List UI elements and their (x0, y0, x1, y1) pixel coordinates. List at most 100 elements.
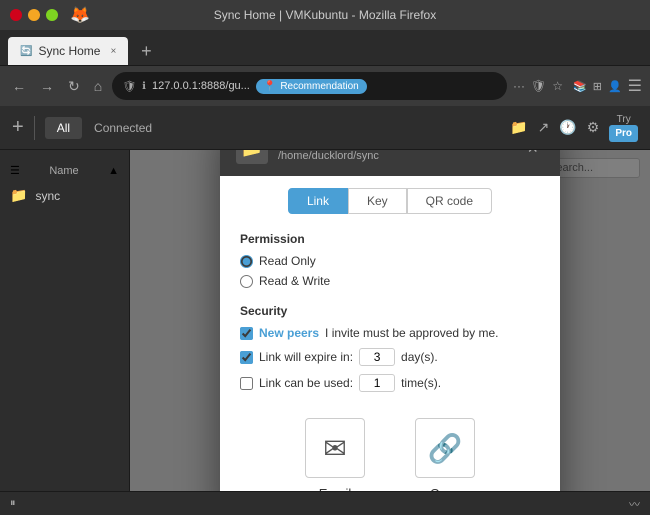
maximize-button[interactable] (46, 9, 58, 21)
status-bar-right: 〰 (629, 496, 640, 512)
location-icon: 📍 (264, 81, 276, 92)
library-icon[interactable]: 📚 (573, 80, 587, 93)
tab-key[interactable]: Key (348, 188, 407, 214)
address-field[interactable]: 🛡 ℹ 127.0.0.1:8888/gu... 📍 Recommendatio… (112, 72, 507, 100)
browser-tab[interactable]: 🔄 Sync Home × (8, 37, 128, 65)
tab-all[interactable]: All (45, 117, 82, 139)
minimize-button[interactable] (28, 9, 40, 21)
back-button[interactable]: ← (8, 74, 30, 98)
modal-actions: ✉ Email 🔗 Copy (240, 408, 540, 491)
times-label: time(s). (401, 376, 441, 390)
security-section: Security New peers I invite must be appr… (240, 304, 540, 392)
new-tab-button[interactable]: + (132, 37, 160, 65)
sidebar: ☰ Name ▲ 📁 sync (0, 150, 130, 491)
open-icon[interactable]: ↗ (538, 119, 550, 136)
star-icon[interactable]: ☆ (552, 79, 563, 93)
settings-icon[interactable]: ⚙ (587, 119, 600, 136)
copy-icon: 🔗 (428, 432, 463, 465)
window-controls: 🦊 (10, 5, 90, 25)
pause-icon[interactable]: ⏸ (10, 497, 16, 510)
tab-close-button[interactable]: × (110, 46, 116, 57)
tab-bar: 🔄 Sync Home × + (0, 30, 650, 66)
new-peers-desc: I invite must be approved by me. (325, 326, 498, 340)
app-toolbar: + All Connected 📁 ↗ 🕐 ⚙ Try Pro (0, 106, 650, 150)
address-text: 127.0.0.1:8888/gu... (152, 80, 250, 92)
read-only-option[interactable]: Read Only (240, 254, 540, 268)
modal-overlay: 📁 Share - sync /home/ducklord/sync × Lin… (130, 150, 650, 491)
modal-header: 📁 Share - sync /home/ducklord/sync × (220, 150, 560, 176)
link-use-checkbox[interactable] (240, 377, 253, 390)
link-expire-label: Link will expire in: (259, 350, 353, 364)
sort-direction-icon[interactable]: ▲ (108, 165, 119, 177)
firefox-icon: 🦊 (70, 5, 90, 25)
profile-icon[interactable]: 👤 (608, 80, 622, 93)
use-times-input[interactable] (359, 374, 395, 392)
bookmark-icon[interactable]: 🛡 (531, 79, 546, 93)
email-icon: ✉ (323, 432, 346, 465)
modal-body: Permission Read Only Read & Write (220, 222, 560, 491)
read-only-label: Read Only (259, 254, 316, 268)
tab-label: Sync Home (38, 44, 100, 58)
permission-label: Permission (240, 232, 540, 246)
home-button[interactable]: ⌂ (90, 74, 106, 98)
browser-titlebar: 🦊 Sync Home | VMKubuntu - Mozilla Firefo… (0, 0, 650, 30)
close-button[interactable] (10, 9, 22, 21)
days-label: day(s). (401, 350, 438, 364)
folder-icon: 📁 (10, 187, 27, 204)
recommendation-badge[interactable]: 📍 Recommendation (256, 79, 367, 94)
sidebar-item-sync[interactable]: 📁 sync (0, 181, 129, 210)
modal-close-button[interactable]: × (521, 150, 544, 161)
sidebar-header: ☰ Name ▲ (0, 160, 129, 181)
name-column-header: Name (49, 165, 78, 177)
read-write-label: Read & Write (259, 274, 330, 288)
new-peers-checkbox[interactable] (240, 327, 253, 340)
modal-title-area: Share - sync /home/ducklord/sync (278, 150, 379, 162)
permission-radio-group: Read Only Read & Write (240, 254, 540, 288)
wave-icon: 〰 (629, 496, 640, 512)
shield-icon: 🛡 (122, 80, 136, 93)
read-only-radio[interactable] (240, 255, 253, 268)
toolbar-divider (34, 116, 35, 140)
share-modal: 📁 Share - sync /home/ducklord/sync × Lin… (220, 150, 560, 491)
forward-button[interactable]: → (36, 74, 58, 98)
sync-icon[interactable]: ⊞ (593, 80, 602, 93)
menu-button[interactable]: ☰ (628, 76, 642, 96)
link-expire-option: Link will expire in: day(s). (240, 348, 540, 366)
lock-icon: ℹ (142, 81, 146, 92)
link-expire-checkbox[interactable] (240, 351, 253, 364)
expire-days-input[interactable] (359, 348, 395, 366)
reload-button[interactable]: ↻ (64, 74, 84, 99)
copy-icon-box: 🔗 (415, 418, 475, 478)
pro-badge[interactable]: Pro (609, 125, 638, 142)
read-write-radio[interactable] (240, 275, 253, 288)
folder-icon[interactable]: 📁 (510, 119, 527, 136)
tab-favicon: 🔄 (20, 46, 32, 57)
sort-icon[interactable]: ☰ (10, 164, 20, 177)
tab-qrcode[interactable]: QR code (407, 188, 492, 214)
address-actions: ··· 🛡 ☆ 📚 ⊞ 👤 ☰ (513, 76, 642, 96)
app-main: ☰ Name ▲ 📁 sync 🔄 ⊕ 📁 ↗ (0, 150, 650, 491)
add-button[interactable]: + (12, 116, 24, 139)
content-wrapper: 🔄 ⊕ 📁 ↗ 📁 Share - sync (130, 150, 650, 491)
copy-button[interactable]: 🔗 Copy (415, 418, 475, 491)
history-icon[interactable]: 🕐 (559, 119, 576, 136)
modal-tabs: Link Key QR code (220, 176, 560, 222)
copy-label: Copy (430, 486, 460, 491)
modal-folder-icon: 📁 (236, 150, 268, 164)
email-button[interactable]: ✉ Email (305, 418, 365, 491)
app-content: + All Connected 📁 ↗ 🕐 ⚙ Try Pro ☰ Name ▲ (0, 106, 650, 515)
toolbar-tabs: All Connected (45, 117, 164, 139)
address-bar: ← → ↻ ⌂ 🛡 ℹ 127.0.0.1:8888/gu... 📍 Recom… (0, 66, 650, 106)
more-icon[interactable]: ··· (513, 79, 525, 93)
security-label: Security (240, 304, 540, 318)
link-use-option: Link can be used: time(s). (240, 374, 540, 392)
read-write-option[interactable]: Read & Write (240, 274, 540, 288)
toolbar-right: 📁 ↗ 🕐 ⚙ Try Pro (510, 114, 638, 142)
tab-link[interactable]: Link (288, 188, 348, 214)
modal-path: /home/ducklord/sync (278, 150, 379, 162)
tab-connected[interactable]: Connected (82, 117, 164, 139)
browser-title: Sync Home | VMKubuntu - Mozilla Firefox (90, 8, 560, 22)
try-pro-container: Try Pro (609, 114, 638, 142)
new-peers-label: New peers (259, 326, 319, 340)
recommendation-label: Recommendation (280, 81, 358, 92)
